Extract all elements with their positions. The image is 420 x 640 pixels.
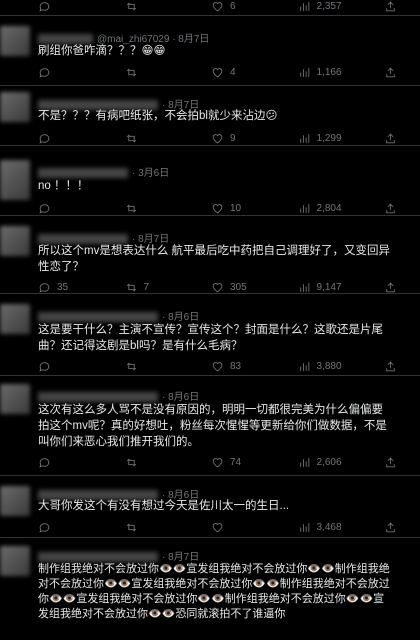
post-actions: 10 2,804 <box>38 200 400 216</box>
post-header: · 8月7日 <box>38 548 199 563</box>
reply-feed: 6 2,357 @mai_zhi67029 · 8月7日 刷组你爸咋滴？？？😁😁… <box>0 0 420 640</box>
like-button[interactable]: 305 <box>211 281 273 294</box>
reply-button[interactable]: 35 <box>38 281 100 294</box>
post-header: · 8月6日 <box>38 308 199 323</box>
avatar[interactable] <box>0 384 30 414</box>
like-button[interactable]: 4 <box>211 66 273 79</box>
avatar[interactable] <box>0 226 30 256</box>
share-button[interactable] <box>384 360 400 373</box>
post-text: 不是？？？有病吧纸张，不会拍bl就少来沾边😕 <box>38 110 278 122</box>
post-actions: 83 3,880 <box>38 358 400 374</box>
retweet-button[interactable] <box>125 360 187 373</box>
reply-button[interactable] <box>38 521 100 534</box>
views-counter[interactable]: 1,166 <box>298 66 360 79</box>
like-button[interactable]: 74 <box>211 456 273 469</box>
post-actions: 3,468 <box>38 519 400 535</box>
post-actions: 4 1,166 <box>38 64 400 80</box>
like-button[interactable]: 6 <box>211 0 273 13</box>
post-text: 这是要干什么？主演不宣传？宣传这个？封面是什么？这歌还是片尾曲？还记得这剧是bl… <box>38 324 383 352</box>
share-button[interactable] <box>384 132 400 145</box>
reply-post[interactable]: · 8月6日 这次有这么多人骂不是没有原因的，明明一切都很完美为什么偏偏要拍这个… <box>0 376 420 476</box>
retweet-button[interactable]: 7 <box>125 281 187 294</box>
like-button[interactable]: 83 <box>211 360 273 373</box>
share-button[interactable] <box>384 456 400 469</box>
retweet-button[interactable] <box>125 0 187 13</box>
like-button[interactable]: 10 <box>211 202 273 215</box>
reply-post[interactable]: · 8月7日 制作组我绝对不会放过你👁️👁️宣发组我绝对不会放过你👁️👁️制作组… <box>0 538 420 640</box>
avatar[interactable] <box>0 546 30 576</box>
post-actions: 74 2,606 <box>38 454 400 470</box>
share-button[interactable] <box>384 281 400 294</box>
views-counter[interactable]: 2,804 <box>298 202 360 215</box>
reply-post[interactable]: · 8月7日 不是？？？有病吧纸张，不会拍bl就少来沾边😕 9 1,299 <box>0 86 420 146</box>
reply-button[interactable] <box>38 66 100 79</box>
reply-button[interactable] <box>38 202 100 215</box>
views-counter[interactable]: 9,147 <box>298 281 360 294</box>
post-text: 这次有这么多人骂不是没有原因的，明明一切都很完美为什么偏偏要拍这个mv呢？真的好… <box>38 404 387 448</box>
post-text: 刷组你爸咋滴？？？😁😁 <box>38 45 166 57</box>
avatar[interactable] <box>0 304 30 334</box>
views-counter[interactable]: 3,468 <box>298 521 360 534</box>
avatar[interactable] <box>0 160 30 200</box>
views-counter[interactable]: 1,299 <box>298 132 360 145</box>
share-button[interactable] <box>384 66 400 79</box>
post-header: @mai_zhi67029 · 8月7日 <box>38 30 209 45</box>
post-actions: 6 2,357 <box>38 0 400 14</box>
post-header: · 8月7日 <box>38 230 169 245</box>
post-actions: 35 7 305 9,147 <box>38 279 400 295</box>
display-name[interactable] <box>38 392 158 403</box>
avatar[interactable] <box>0 92 30 122</box>
reply-button[interactable] <box>38 360 100 373</box>
retweet-button[interactable] <box>125 66 187 79</box>
retweet-button[interactable] <box>125 521 187 534</box>
share-button[interactable] <box>384 0 400 13</box>
avatar[interactable] <box>0 26 30 56</box>
reply-post[interactable]: · 8月7日 所以这个mv是想表达什么 航平最后吃中药把自己调理好了，又变回异性… <box>0 216 420 294</box>
reply-post[interactable]: · 8月6日 这是要干什么？主演不宣传？宣传这个？封面是什么？这歌还是片尾曲？还… <box>0 294 420 376</box>
reply-button[interactable] <box>38 0 100 13</box>
views-counter[interactable]: 2,357 <box>298 0 360 13</box>
reply-post[interactable]: 6 2,357 <box>0 0 420 16</box>
avatar[interactable] <box>0 486 30 516</box>
reply-button[interactable] <box>38 456 100 469</box>
retweet-button[interactable] <box>125 202 187 215</box>
post-header: · 8月6日 <box>38 388 199 403</box>
display-name[interactable] <box>38 312 158 323</box>
reply-post[interactable]: @mai_zhi67029 · 8月7日 刷组你爸咋滴？？？😁😁 4 1,166 <box>0 16 420 86</box>
reply-button[interactable] <box>38 132 100 145</box>
reply-post[interactable]: · 3月6日 no ！！！ 10 2,804 <box>0 146 420 216</box>
retweet-button[interactable] <box>125 132 187 145</box>
views-counter[interactable]: 2,606 <box>298 456 360 469</box>
retweet-button[interactable] <box>125 456 187 469</box>
display-name[interactable] <box>38 552 158 563</box>
like-button[interactable] <box>211 521 273 534</box>
post-text: no ！！！ <box>38 180 89 192</box>
post-text: 制作组我绝对不会放过你👁️👁️宣发组我绝对不会放过你👁️👁️制作组我绝对不会放过… <box>38 563 390 620</box>
reply-post[interactable]: · 8月6日 大哥你发这个有没有想过今天是佐川太一的生日... 3,468 <box>0 476 420 538</box>
post-text: 大哥你发这个有没有想过今天是佐川太一的生日... <box>38 500 290 512</box>
display-name[interactable] <box>38 168 128 179</box>
share-button[interactable] <box>384 202 400 215</box>
post-text: 所以这个mv是想表达什么 航平最后吃中药把自己调理好了，又变回异性恋了？ <box>38 245 391 273</box>
share-button[interactable] <box>384 521 400 534</box>
like-button[interactable]: 9 <box>211 132 273 145</box>
views-counter[interactable]: 3,880 <box>298 360 360 373</box>
post-header: · 3月6日 <box>38 164 169 179</box>
post-actions: 9 1,299 <box>38 130 400 146</box>
